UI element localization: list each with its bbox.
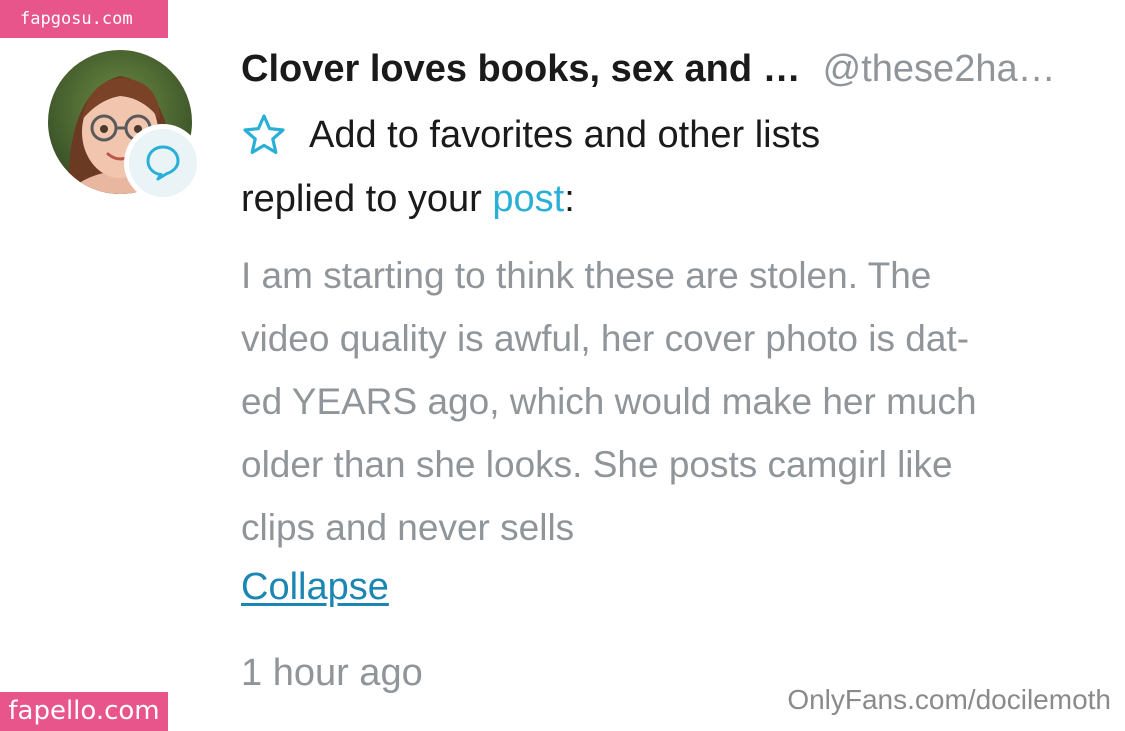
user-handle[interactable]: @these2ha… xyxy=(823,48,1056,91)
watermark-top: fapgosu.com xyxy=(0,0,168,38)
avatar-container[interactable] xyxy=(48,50,204,206)
badge-inner xyxy=(129,129,197,197)
add-to-favorites-label: Add to favorites and other lists xyxy=(309,113,821,156)
badge xyxy=(124,124,202,202)
add-to-favorites-button[interactable]: Add to favorites and other lists xyxy=(241,108,820,162)
watermark-bottom-right: OnlyFans.com/docilemoth xyxy=(787,684,1111,715)
comment-bubble-icon xyxy=(146,145,180,181)
notification-header: Clover loves books, sex and … @these2ha… xyxy=(241,48,1071,100)
timestamp: 1 hour ago xyxy=(241,652,423,694)
collapse-link[interactable]: Collapse xyxy=(241,566,389,609)
post-link[interactable]: post xyxy=(492,178,564,220)
star-outline-icon xyxy=(243,114,285,154)
watermark-bottom-left: fapello.com xyxy=(0,692,168,731)
replied-suffix: : xyxy=(564,178,575,220)
replied-prefix: replied to your xyxy=(241,178,493,220)
comment-text: I am starting to think these are stolen.… xyxy=(241,255,977,548)
replied-text: replied to your post: xyxy=(241,178,575,221)
user-name[interactable]: Clover loves books, sex and … xyxy=(241,48,801,91)
